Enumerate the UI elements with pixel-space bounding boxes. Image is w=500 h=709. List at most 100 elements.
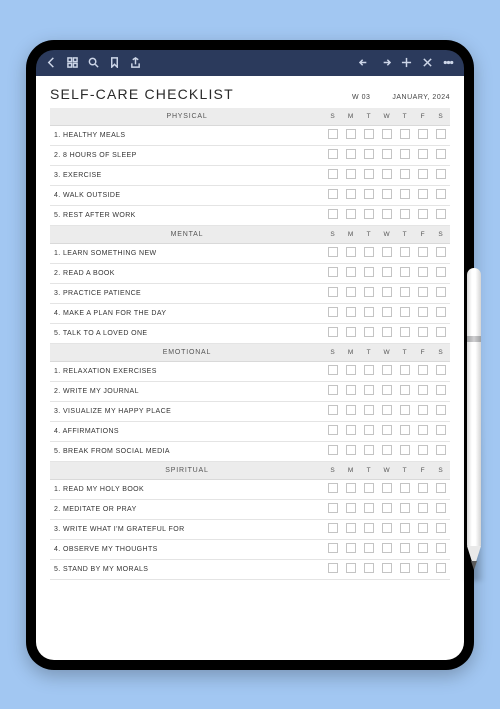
checkbox-cell[interactable] [414, 361, 432, 381]
checkbox-cell[interactable] [378, 205, 396, 225]
checkbox-cell[interactable] [324, 441, 342, 461]
checkbox-cell[interactable] [432, 323, 450, 343]
checkbox-cell[interactable] [360, 205, 378, 225]
checkbox-cell[interactable] [360, 303, 378, 323]
checkbox-cell[interactable] [414, 421, 432, 441]
checkbox-cell[interactable] [324, 499, 342, 519]
checkbox-cell[interactable] [432, 421, 450, 441]
checkbox-cell[interactable] [378, 303, 396, 323]
checkbox-cell[interactable] [414, 303, 432, 323]
checkbox-cell[interactable] [414, 165, 432, 185]
checkbox-cell[interactable] [324, 303, 342, 323]
checkbox-cell[interactable] [378, 519, 396, 539]
checkbox-cell[interactable] [360, 243, 378, 263]
checkbox-cell[interactable] [396, 539, 414, 559]
checkbox-cell[interactable] [432, 125, 450, 145]
checkbox-cell[interactable] [432, 283, 450, 303]
checkbox-cell[interactable] [324, 243, 342, 263]
checkbox-cell[interactable] [396, 125, 414, 145]
checkbox-cell[interactable] [432, 361, 450, 381]
checkbox-cell[interactable] [432, 559, 450, 579]
checkbox-cell[interactable] [432, 381, 450, 401]
checkbox-cell[interactable] [342, 125, 360, 145]
checkbox-cell[interactable] [360, 421, 378, 441]
checkbox-cell[interactable] [414, 559, 432, 579]
checkbox-cell[interactable] [378, 263, 396, 283]
checkbox-cell[interactable] [396, 303, 414, 323]
checkbox-cell[interactable] [360, 441, 378, 461]
checkbox-cell[interactable] [342, 303, 360, 323]
checkbox-cell[interactable] [396, 401, 414, 421]
checkbox-cell[interactable] [396, 519, 414, 539]
checkbox-cell[interactable] [342, 479, 360, 499]
checkbox-cell[interactable] [324, 479, 342, 499]
checkbox-cell[interactable] [396, 421, 414, 441]
checkbox-cell[interactable] [432, 519, 450, 539]
checkbox-cell[interactable] [396, 323, 414, 343]
checkbox-cell[interactable] [432, 479, 450, 499]
checkbox-cell[interactable] [342, 499, 360, 519]
checkbox-cell[interactable] [414, 519, 432, 539]
checkbox-cell[interactable] [414, 185, 432, 205]
checkbox-cell[interactable] [324, 381, 342, 401]
checkbox-cell[interactable] [360, 165, 378, 185]
checkbox-cell[interactable] [414, 283, 432, 303]
checkbox-cell[interactable] [378, 125, 396, 145]
checkbox-cell[interactable] [432, 205, 450, 225]
checkbox-cell[interactable] [378, 243, 396, 263]
checkbox-cell[interactable] [324, 165, 342, 185]
checkbox-cell[interactable] [342, 539, 360, 559]
checkbox-cell[interactable] [342, 205, 360, 225]
checkbox-cell[interactable] [342, 441, 360, 461]
checkbox-cell[interactable] [414, 539, 432, 559]
checkbox-cell[interactable] [378, 283, 396, 303]
checkbox-cell[interactable] [378, 361, 396, 381]
checkbox-cell[interactable] [378, 323, 396, 343]
checkbox-cell[interactable] [396, 559, 414, 579]
checkbox-cell[interactable] [396, 479, 414, 499]
checkbox-cell[interactable] [432, 185, 450, 205]
checkbox-cell[interactable] [342, 381, 360, 401]
checkbox-cell[interactable] [342, 263, 360, 283]
checkbox-cell[interactable] [360, 361, 378, 381]
checkbox-cell[interactable] [360, 559, 378, 579]
checkbox-cell[interactable] [360, 145, 378, 165]
checkbox-cell[interactable] [378, 499, 396, 519]
checkbox-cell[interactable] [324, 125, 342, 145]
checkbox-cell[interactable] [414, 145, 432, 165]
checkbox-cell[interactable] [378, 185, 396, 205]
checkbox-cell[interactable] [378, 441, 396, 461]
checkbox-cell[interactable] [396, 381, 414, 401]
checkbox-cell[interactable] [342, 185, 360, 205]
checkbox-cell[interactable] [396, 283, 414, 303]
checkbox-cell[interactable] [396, 185, 414, 205]
checkbox-cell[interactable] [432, 303, 450, 323]
checkbox-cell[interactable] [396, 165, 414, 185]
checkbox-cell[interactable] [378, 381, 396, 401]
checkbox-cell[interactable] [342, 519, 360, 539]
back-icon[interactable] [46, 57, 57, 68]
checkbox-cell[interactable] [414, 479, 432, 499]
undo-icon[interactable] [359, 57, 370, 68]
checkbox-cell[interactable] [378, 421, 396, 441]
checkbox-cell[interactable] [342, 401, 360, 421]
checkbox-cell[interactable] [360, 323, 378, 343]
checkbox-cell[interactable] [378, 401, 396, 421]
checkbox-cell[interactable] [324, 401, 342, 421]
checkbox-cell[interactable] [432, 263, 450, 283]
checkbox-cell[interactable] [378, 539, 396, 559]
checkbox-cell[interactable] [360, 519, 378, 539]
checkbox-cell[interactable] [324, 421, 342, 441]
checkbox-cell[interactable] [324, 539, 342, 559]
checkbox-cell[interactable] [342, 323, 360, 343]
more-icon[interactable] [443, 57, 454, 68]
close-icon[interactable] [422, 57, 433, 68]
checkbox-cell[interactable] [360, 125, 378, 145]
checkbox-cell[interactable] [324, 263, 342, 283]
checkbox-cell[interactable] [324, 323, 342, 343]
checkbox-cell[interactable] [414, 205, 432, 225]
checkbox-cell[interactable] [324, 205, 342, 225]
checkbox-cell[interactable] [324, 283, 342, 303]
checkbox-cell[interactable] [342, 283, 360, 303]
checkbox-cell[interactable] [360, 283, 378, 303]
